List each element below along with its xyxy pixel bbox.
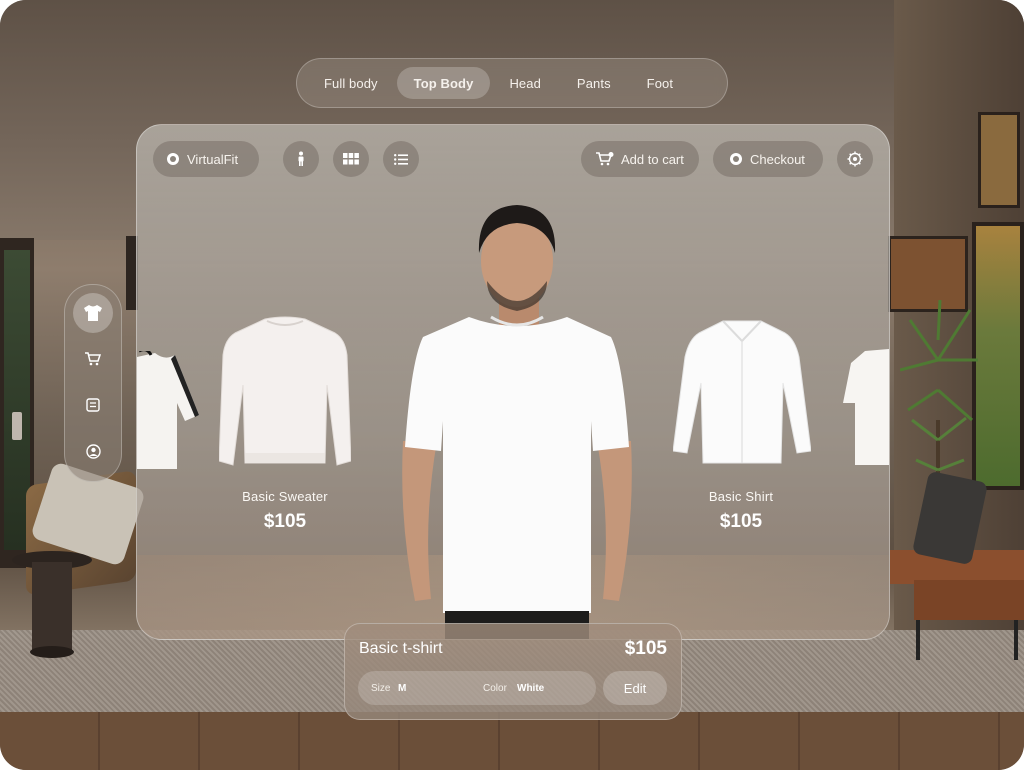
grid-view-button[interactable]	[333, 141, 369, 177]
notes-icon	[86, 398, 100, 412]
garment-basic-shirt[interactable]	[673, 317, 811, 471]
category-tab-bar: Full body Top Body Head Pants Foot	[296, 58, 728, 108]
list-icon	[394, 153, 408, 165]
side-menu-clothing[interactable]	[73, 293, 113, 333]
tshirt-icon	[84, 305, 102, 321]
add-to-cart-button[interactable]: Add to cart	[581, 141, 699, 177]
try-on-panel: VirtualFit Add to cart Checkout Basic Sw…	[136, 124, 890, 640]
person-view-button[interactable]	[283, 141, 319, 177]
brand-button[interactable]: VirtualFit	[153, 141, 259, 177]
settings-button[interactable]	[837, 141, 873, 177]
gear-icon	[847, 151, 863, 167]
person-icon	[298, 151, 304, 166]
room-window-small	[978, 112, 1020, 208]
garment-price: $105	[719, 511, 763, 532]
cart-icon	[85, 352, 101, 366]
side-menu-cart[interactable]	[73, 339, 113, 379]
brand-label: VirtualFit	[187, 151, 239, 167]
garment-partial-right[interactable]	[843, 347, 889, 467]
tab-foot[interactable]: Foot	[630, 67, 690, 99]
tab-full-body[interactable]: Full body	[307, 67, 395, 99]
color-value: White	[517, 683, 545, 694]
selected-item-name: Basic t-shirt	[359, 640, 443, 657]
garment-partial-left[interactable]	[137, 351, 199, 469]
garment-price: $105	[263, 511, 307, 532]
color-label: Color	[483, 683, 507, 694]
tab-pants[interactable]: Pants	[560, 67, 628, 99]
list-view-button[interactable]	[383, 141, 419, 177]
checkout-icon	[730, 153, 742, 165]
cart-plus-icon	[596, 152, 614, 166]
room-sofa	[890, 472, 1024, 660]
app-window: Full body Top Body Head Pants Foot Virtu…	[0, 0, 1024, 770]
brand-logo-icon	[167, 153, 179, 165]
edit-button[interactable]: Edit	[603, 671, 667, 705]
avatar-model	[402, 205, 632, 639]
side-menu	[64, 284, 122, 482]
room-door-handle	[12, 412, 22, 440]
grid-icon	[343, 153, 359, 165]
checkout-button[interactable]: Checkout	[713, 141, 823, 177]
profile-icon	[85, 443, 101, 459]
garment-name: Basic Shirt	[708, 489, 774, 504]
tab-head[interactable]: Head	[492, 67, 557, 99]
checkout-label: Checkout	[750, 151, 805, 167]
selected-item-options[interactable]: Size M Color White	[358, 671, 596, 705]
size-label: Size	[371, 683, 391, 694]
selected-item-card: Basic t-shirt $105 Size M Color White Ed…	[344, 623, 682, 720]
selected-item-price: $105	[624, 638, 667, 659]
side-menu-notes[interactable]	[73, 385, 113, 425]
add-to-cart-label: Add to cart	[621, 151, 684, 167]
room-side-table	[12, 551, 92, 658]
size-value: M	[398, 683, 407, 694]
tab-top-body[interactable]: Top Body	[396, 67, 491, 99]
garment-basic-sweater[interactable]	[219, 315, 351, 471]
side-menu-profile[interactable]	[73, 431, 113, 471]
garment-name: Basic Sweater	[242, 489, 328, 504]
